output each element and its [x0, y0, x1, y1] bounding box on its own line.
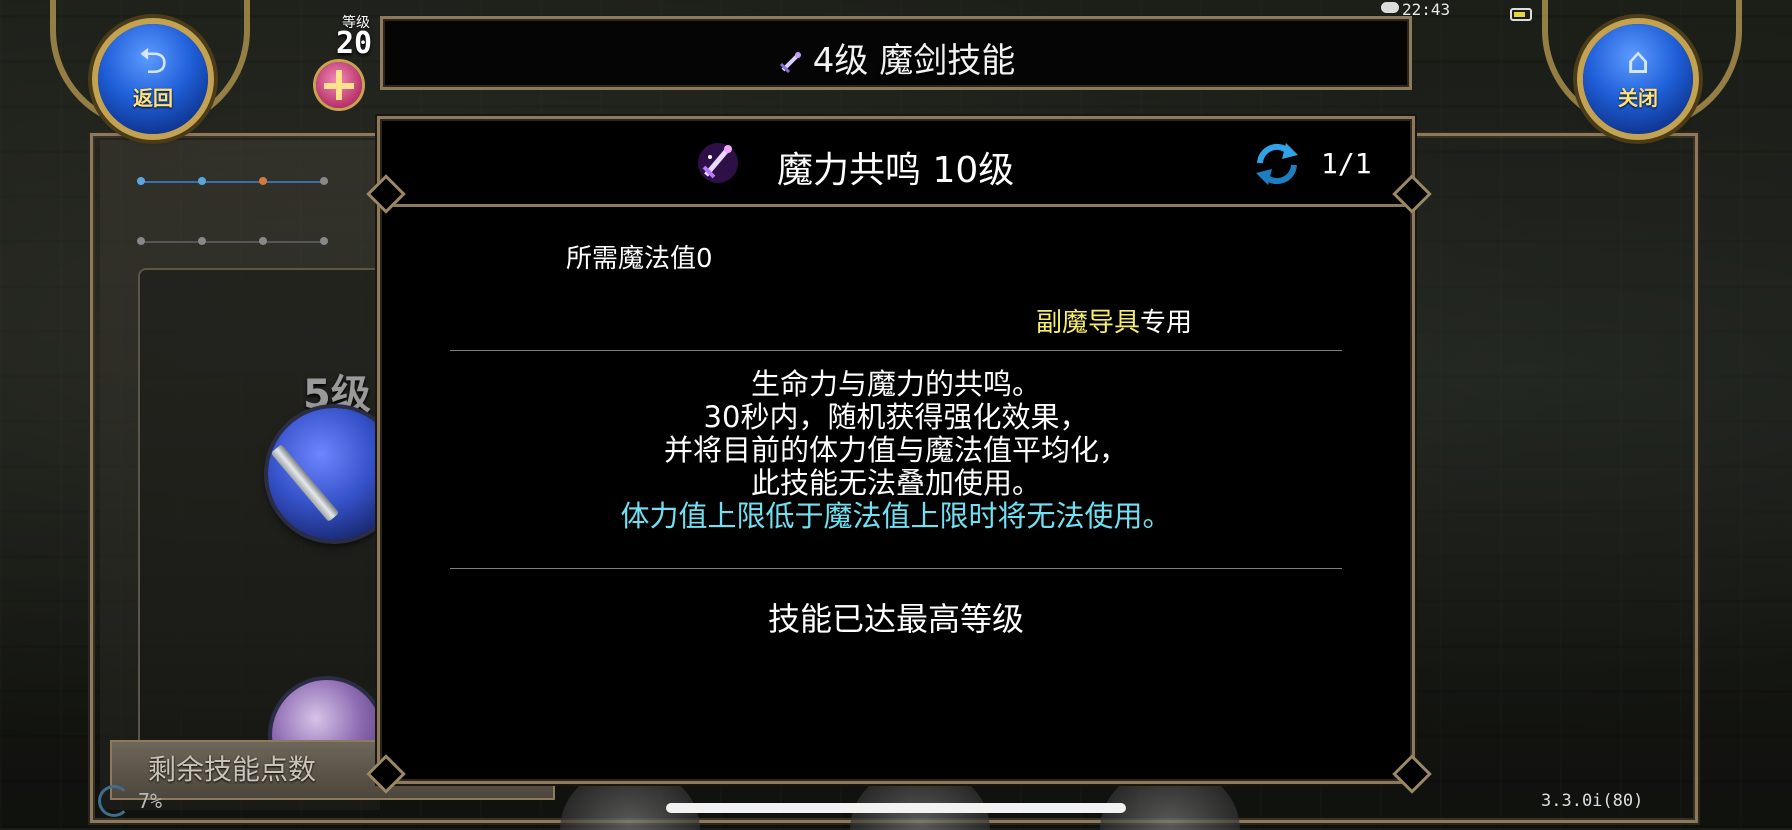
close-button-label: 关闭 — [1618, 86, 1658, 110]
weapon-requirement-name: 副魔导具 — [1036, 308, 1141, 338]
skill-tree-connector — [142, 181, 328, 183]
skill-tree-node — [259, 237, 267, 245]
home-icon: ⌂ — [1626, 41, 1650, 82]
page-counter: 1/1 — [1321, 147, 1372, 180]
skill-tree-node — [320, 177, 328, 185]
magic-sword-skill-icon — [698, 143, 738, 183]
player-level-value: 20 — [336, 26, 373, 61]
magic-sword-icon — [779, 52, 801, 74]
refresh-icon[interactable] — [1252, 141, 1302, 187]
skill-title: 魔力共鸣 10级 — [777, 150, 1015, 191]
skill-tree-node — [320, 237, 328, 245]
header-frame: 4级 魔剑技能 — [380, 16, 1412, 90]
skill-tree-connector — [142, 241, 328, 243]
percent-text: 7% — [138, 789, 163, 813]
description-line: 30秒内，随机获得强化效果， — [703, 400, 1089, 434]
skill-tree-node — [198, 177, 206, 185]
dialog-title-bar: 魔力共鸣 10级 1/1 — [380, 119, 1412, 207]
skill-tree-node — [137, 177, 145, 185]
mp-cost-text: 所需魔法值0 — [566, 244, 713, 274]
cloud-icon — [1381, 2, 1399, 13]
divider-top — [450, 350, 1342, 351]
weapon-requirement-suffix: 专用 — [1140, 308, 1193, 338]
back-arrow-icon: ⮌ — [138, 41, 168, 82]
skill-tree-node — [259, 177, 267, 185]
description-line: 此技能无法叠加使用。 — [750, 466, 1041, 500]
progress-ring-icon — [98, 785, 130, 817]
skill-tree-node — [137, 237, 145, 245]
gift-icon[interactable] — [316, 62, 362, 108]
page-title-text: 4级 魔剑技能 — [812, 41, 1016, 81]
close-button[interactable]: ⌂ 关闭 — [1583, 24, 1693, 134]
version-text: 3.3.0i(80) — [1541, 791, 1644, 811]
max-level-text: 技能已达最高等级 — [767, 600, 1024, 638]
skill-tree-node — [198, 237, 206, 245]
back-button-label: 返回 — [133, 86, 173, 110]
usage-warning: 体力值上限低于魔法值上限时将无法使用。 — [620, 499, 1172, 533]
back-button[interactable]: ⮌ 返回 — [98, 24, 208, 134]
page-title: 4级 魔剑技能 — [383, 33, 1409, 82]
home-indicator[interactable] — [666, 803, 1126, 813]
skill-description: 生命力与魔力的共鸣。 30秒内，随机获得强化效果， 并将目前的体力值与魔法值平均… — [450, 368, 1342, 533]
divider-bottom — [450, 568, 1342, 569]
description-line: 并将目前的体力值与魔法值平均化， — [663, 433, 1128, 467]
weapon-requirement: 副魔导具专用 — [1036, 302, 1192, 339]
battery-icon — [1510, 8, 1532, 21]
description-line: 生命力与魔力的共鸣。 — [750, 367, 1041, 401]
